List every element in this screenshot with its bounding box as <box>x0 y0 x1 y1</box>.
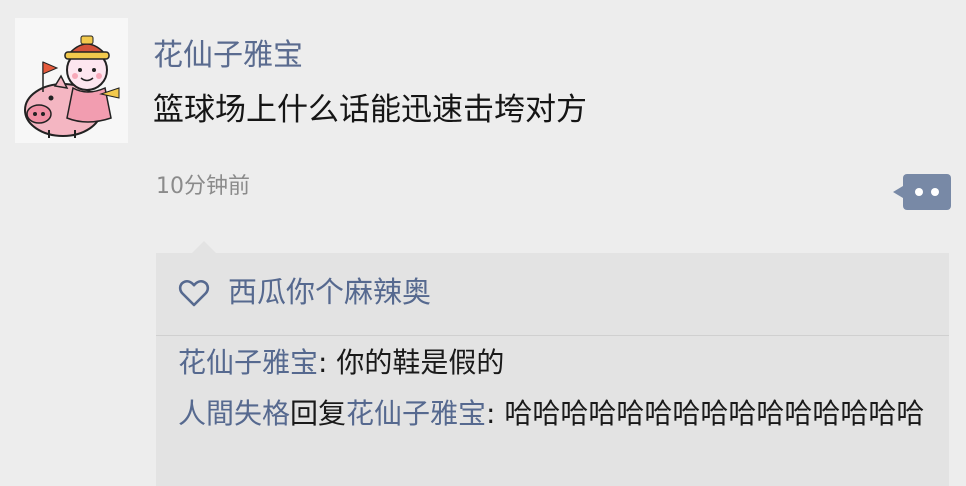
comment-item[interactable]: 人間失格回复花仙子雅宝: 哈哈哈哈哈哈哈哈哈哈哈哈哈哈哈 <box>178 393 938 435</box>
ellipsis-dot-icon <box>931 188 939 196</box>
likes-row: 西瓜你个麻辣奥 <box>156 253 949 336</box>
comment-author-name[interactable]: 人間失格 <box>178 397 290 430</box>
comment-item[interactable]: 花仙子雅宝: 你的鞋是假的 <box>178 342 938 384</box>
comment-text: 哈哈哈哈哈哈哈哈哈哈哈哈哈哈哈 <box>504 397 925 430</box>
post-timestamp: 10分钟前 <box>156 174 250 199</box>
comment-text: 你的鞋是假的 <box>336 346 505 379</box>
avatar-illustration <box>24 35 120 138</box>
heart-outline-icon <box>178 279 210 307</box>
moment-post: 花仙子雅宝 篮球场上什么话能迅速击垮对方 10分钟前 西瓜你个麻辣奥 花仙子雅宝… <box>0 0 966 486</box>
comments-panel: 西瓜你个麻辣奥 花仙子雅宝: 你的鞋是假的 人間失格回复花仙子雅宝: 哈哈哈哈哈… <box>156 241 949 486</box>
comment-author-name[interactable]: 花仙子雅宝 <box>178 346 318 379</box>
reply-target-name[interactable]: 花仙子雅宝 <box>346 397 486 430</box>
avatar[interactable] <box>15 18 128 143</box>
post-author-name[interactable]: 花仙子雅宝 <box>153 36 303 76</box>
more-actions-button[interactable] <box>893 174 951 210</box>
ellipsis-two-dots-icon <box>915 188 923 196</box>
likes-user-names[interactable]: 西瓜你个麻辣奥 <box>228 272 431 312</box>
post-content: 篮球场上什么话能迅速击垮对方 <box>153 92 587 128</box>
comment-separator: : <box>486 397 505 430</box>
comment-separator: : <box>318 346 337 379</box>
reply-word: 回复 <box>290 397 347 430</box>
